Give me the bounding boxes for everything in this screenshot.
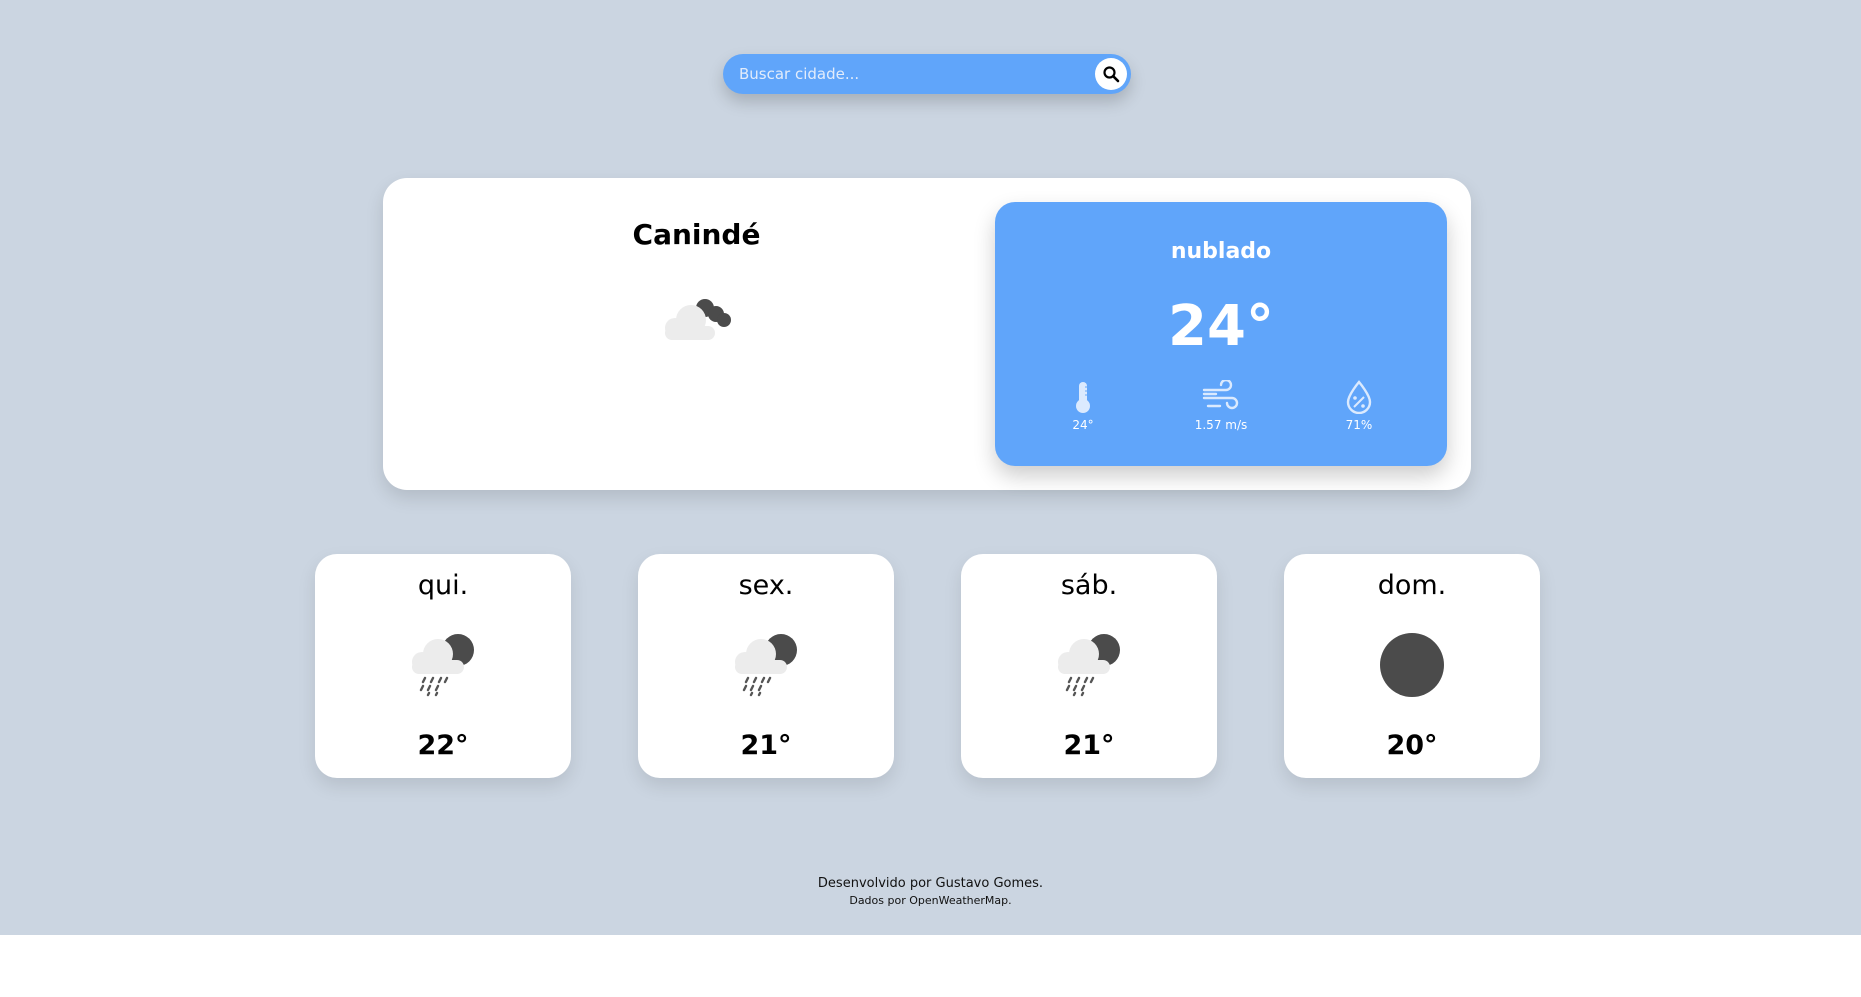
feels-like-stat: 24° <box>1028 380 1138 432</box>
current-temperature: 24° <box>1168 294 1274 359</box>
moon-icon <box>1380 633 1444 697</box>
forecast-card: dom. 20° <box>1284 554 1540 778</box>
forecast-card: qui. 22° <box>315 554 571 778</box>
forecast-day: sáb. <box>1060 570 1118 601</box>
forecast-temp: 20° <box>1386 730 1438 761</box>
feels-like-value: 24° <box>1072 418 1094 432</box>
thermometer-icon <box>1076 382 1090 413</box>
humidity-stat: 71% <box>1304 380 1414 432</box>
cloudy-night-icon <box>665 299 731 340</box>
humidity-icon <box>1346 380 1372 414</box>
forecast-day: qui. <box>417 570 469 601</box>
wind-stat: 1.57 m/s <box>1166 380 1276 432</box>
footer-data-source: Dados por OpenWeatherMap. <box>849 894 1012 907</box>
humidity-value: 71% <box>1345 418 1373 432</box>
forecast-temp: 21° <box>740 730 792 761</box>
rain-night-icon <box>1058 634 1120 697</box>
weather-details-panel: nublado 24° 24° 1.57 m/s 71% <box>995 202 1447 466</box>
rain-night-icon <box>735 634 797 697</box>
search-button[interactable] <box>1095 58 1127 90</box>
weather-description: nublado <box>1170 239 1272 264</box>
forecast-card: sáb. 21° <box>961 554 1217 778</box>
forecast-temp: 22° <box>417 730 469 761</box>
app-background: Canindé nublado 24° 24° <box>0 0 1861 935</box>
forecast-temp: 21° <box>1063 730 1115 761</box>
forecast-card: sex. 21° <box>638 554 894 778</box>
city-name: Canindé <box>632 218 761 251</box>
forecast-day: dom. <box>1377 570 1447 601</box>
forecast-day: sex. <box>738 570 794 601</box>
search-bar <box>723 54 1131 94</box>
current-weather-card: Canindé nublado 24° 24° 1.57 m/s 71% <box>383 178 1471 490</box>
wind-value: 1.57 m/s <box>1194 418 1248 432</box>
wind-icon <box>1202 380 1239 410</box>
search-icon <box>1103 66 1120 83</box>
search-input[interactable] <box>723 54 1095 94</box>
rain-night-icon <box>412 634 474 697</box>
footer-credit: Desenvolvido por Gustavo Gomes. <box>817 876 1044 891</box>
footer: Desenvolvido por Gustavo Gomes. Dados po… <box>0 876 1861 907</box>
